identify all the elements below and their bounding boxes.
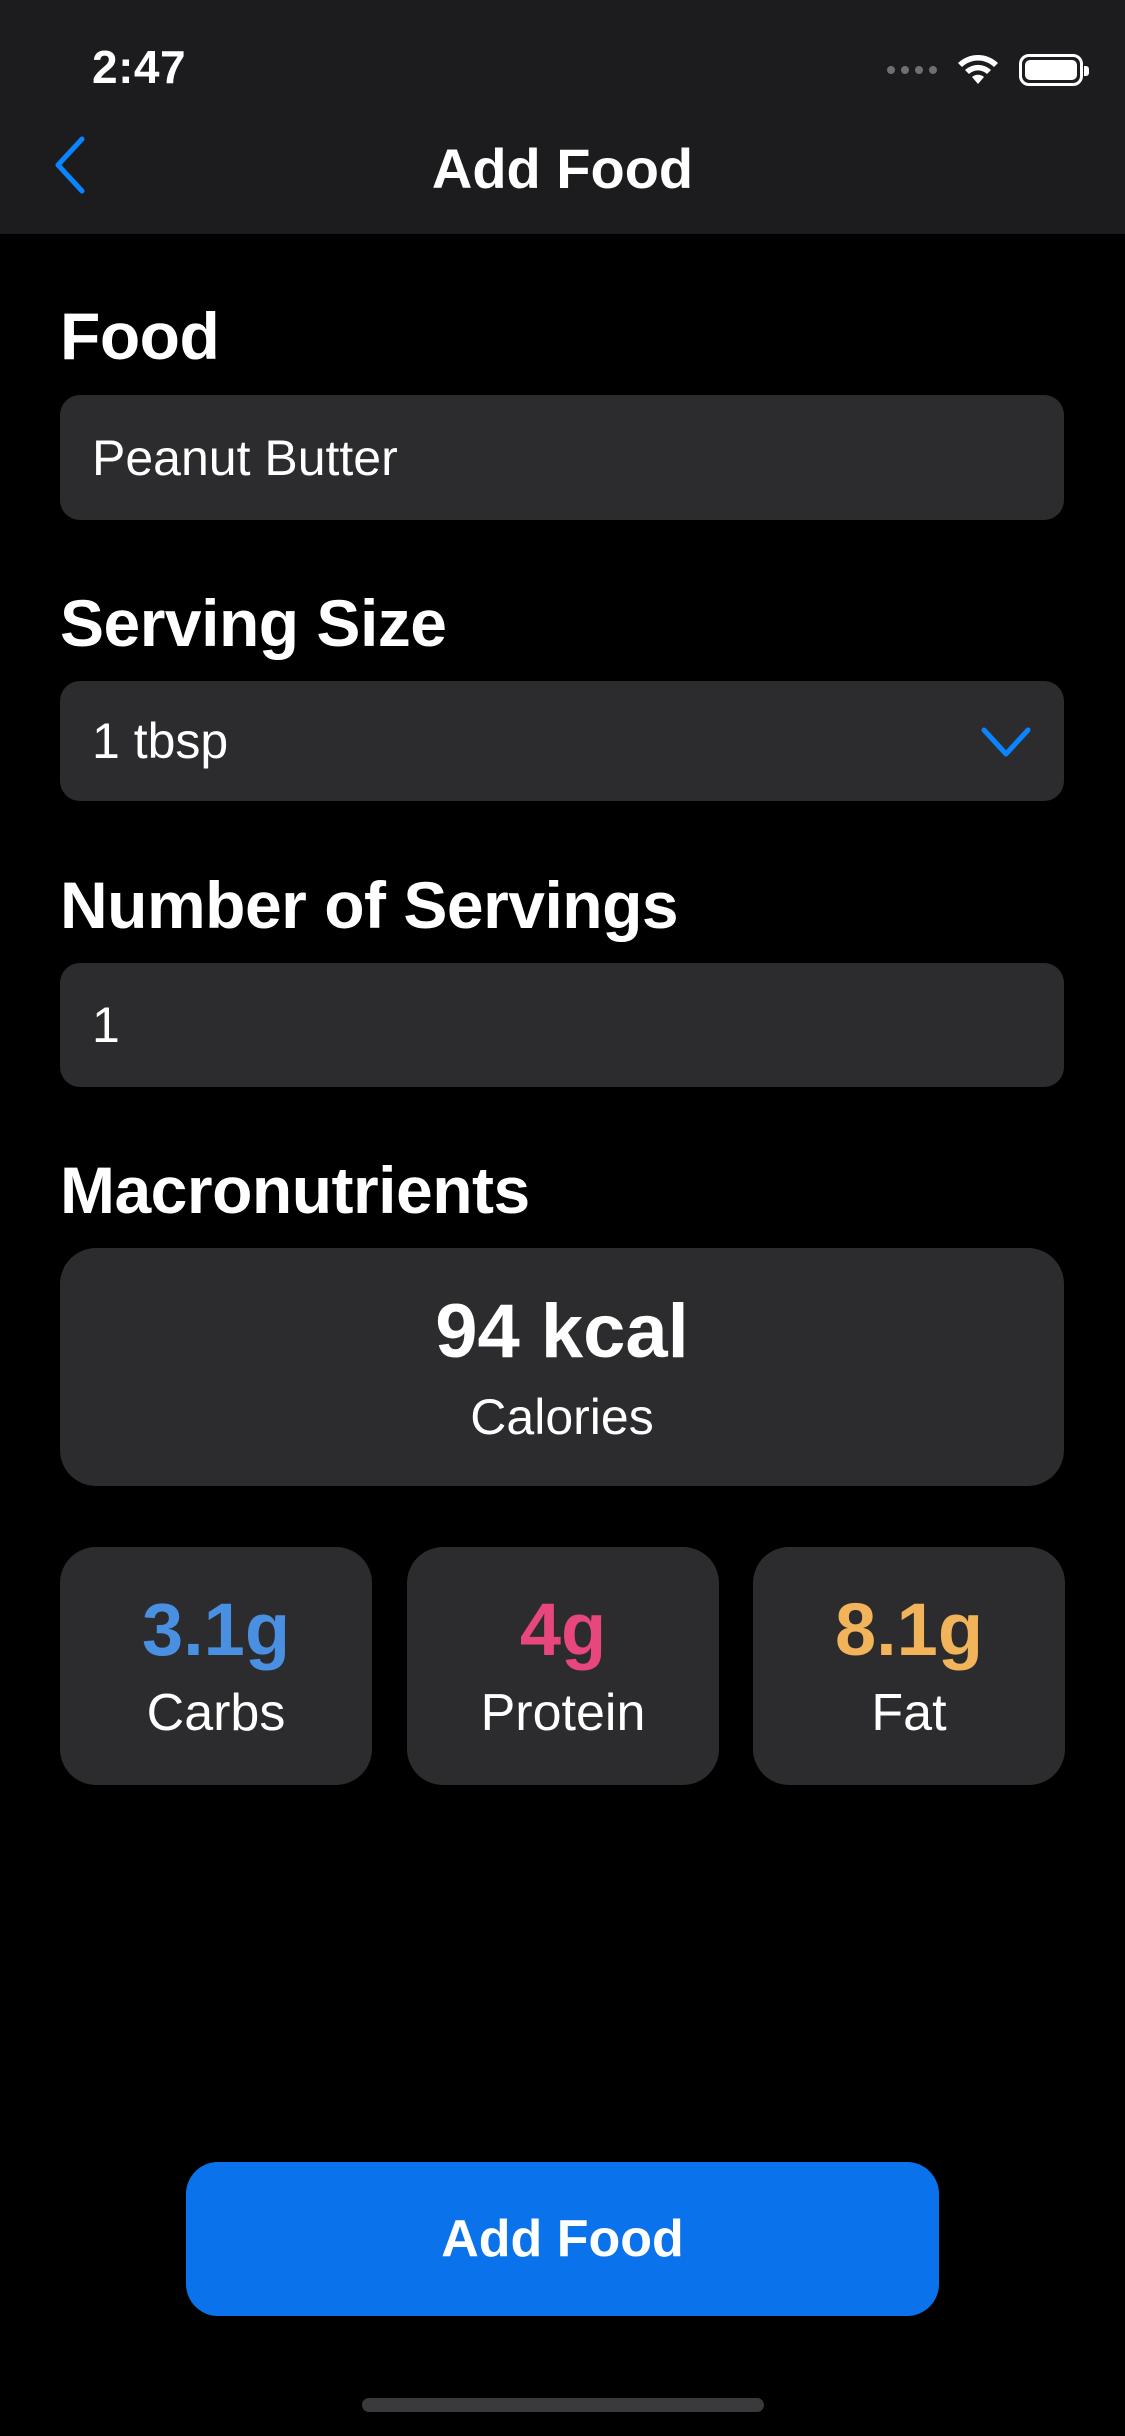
servings-input-value: 1 (92, 997, 120, 1053)
carbs-label: Carbs (146, 1684, 286, 1742)
calories-value: 94 kcal (435, 1289, 689, 1374)
status-icons (887, 50, 1089, 90)
carbs-value: 3.1g (141, 1588, 291, 1671)
food-input-value: Peanut Butter (92, 429, 398, 486)
carbs-card: 3.1g Carbs (60, 1547, 372, 1785)
protein-value: 4g (519, 1588, 607, 1671)
protein-label: Protein (480, 1684, 646, 1742)
page-title: Add Food (431, 137, 694, 200)
serving-size-dropdown[interactable]: 1 tbsp (60, 681, 1064, 801)
servings-input[interactable]: 1 (60, 963, 1064, 1087)
home-indicator[interactable] (362, 2398, 764, 2412)
protein-card: 4g Protein (407, 1547, 719, 1785)
status-time: 2:47 (92, 41, 187, 93)
food-label: Food (60, 299, 220, 373)
fat-label: Fat (871, 1684, 947, 1742)
calories-card: 94 kcal Calories (60, 1248, 1064, 1486)
add-food-button[interactable]: Add Food (186, 2162, 939, 2316)
chevron-down-icon (980, 712, 1032, 770)
food-input[interactable]: Peanut Butter (60, 395, 1064, 520)
battery-full-icon (1019, 54, 1089, 86)
wifi-icon (955, 53, 1001, 87)
fat-card: 8.1g Fat (753, 1547, 1065, 1785)
servings-label: Number of Servings (60, 868, 679, 942)
top-bar: 2:47 Add Food (0, 0, 1125, 234)
serving-size-value: 1 tbsp (92, 713, 229, 769)
macronutrients-label: Macronutrients (60, 1153, 530, 1227)
calories-label: Calories (470, 1389, 654, 1445)
serving-size-label: Serving Size (60, 586, 447, 660)
cellular-dots-icon (887, 66, 937, 74)
fat-value: 8.1g (834, 1588, 984, 1671)
